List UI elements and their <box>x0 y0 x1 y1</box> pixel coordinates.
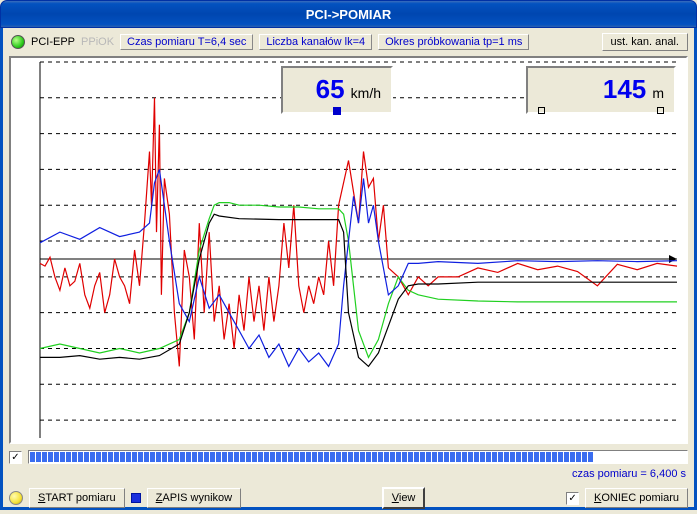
empty-square-icon <box>538 107 545 114</box>
readout-distance: 145 m <box>526 66 676 114</box>
progress-bar <box>28 450 688 464</box>
window-body: PCI-EPP PPiOK Czas pomiaru T=6,4 sec Lic… <box>0 28 697 510</box>
bottom-toolbar: START pomiaru ZAPIS wynikow View ✓ KONIE… <box>9 482 688 514</box>
liczba-kanalow-panel: Liczba kanałów lk=4 <box>259 34 372 50</box>
mode-active-label: PCI-EPP <box>31 36 75 48</box>
mode-inactive-label: PPiOK <box>81 36 114 48</box>
okres-probkowania-panel: Okres próbkowania tp=1 ms <box>378 34 529 50</box>
progress-row: ✓ czas pomiaru = 6,400 s <box>9 448 688 466</box>
readout-distance-unit: m <box>652 85 664 101</box>
progress-time-label: czas pomiaru = 6,400 s <box>572 468 686 480</box>
graph-panel: 65 km/h 145 m <box>9 56 688 444</box>
zapis-square-icon <box>131 493 141 503</box>
ust-kan-anal-button[interactable]: ust. kan. anal. <box>602 33 689 51</box>
window-title: PCI->POMIAR <box>306 7 392 22</box>
progress-checkbox[interactable]: ✓ <box>9 451 22 464</box>
czas-pomiaru-panel: Czas pomiaru T=6,4 sec <box>120 34 253 50</box>
zapis-wynikow-button[interactable]: ZAPIS wynikow <box>147 488 241 508</box>
readout-speed-value: 65 <box>316 74 345 104</box>
start-led-icon <box>9 491 23 505</box>
readout-speed: 65 km/h <box>281 66 393 114</box>
empty-square-icon <box>657 107 664 114</box>
status-bar: PCI-EPP PPiOK Czas pomiaru T=6,4 sec Lic… <box>9 32 688 52</box>
window-titlebar: PCI->POMIAR <box>0 0 697 28</box>
readout-speed-unit: km/h <box>351 85 381 101</box>
status-led-icon <box>11 35 25 49</box>
readout-distance-value: 145 <box>603 74 646 104</box>
koniec-checkbox[interactable]: ✓ <box>566 492 579 505</box>
start-pomiaru-button[interactable]: START pomiaru <box>29 488 125 508</box>
filled-square-icon <box>333 107 341 115</box>
view-button[interactable]: View <box>382 487 426 509</box>
koniec-pomiaru-button[interactable]: KONIEC pomiaru <box>585 488 688 508</box>
